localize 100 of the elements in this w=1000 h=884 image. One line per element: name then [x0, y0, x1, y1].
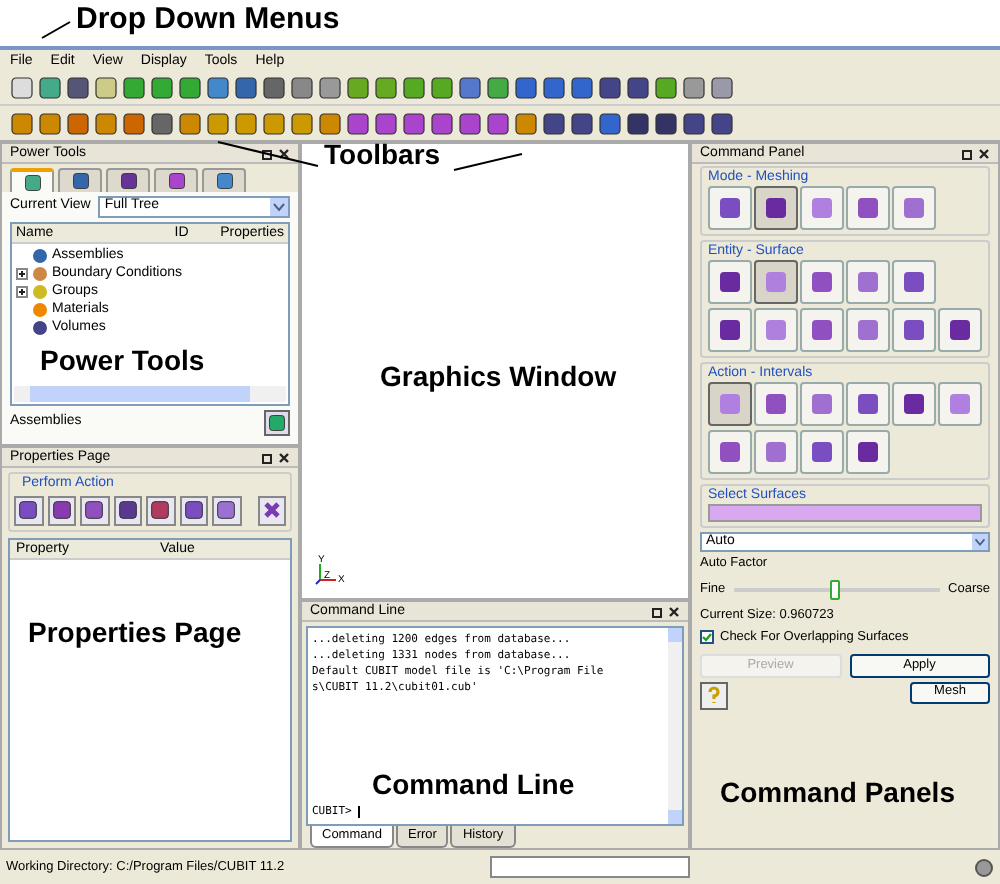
tool-icon[interactable] [150, 111, 174, 135]
tool-icon[interactable] [710, 75, 734, 99]
tool-icon[interactable] [262, 75, 286, 99]
tool-icon[interactable] [234, 75, 258, 99]
tool-icon[interactable] [514, 111, 538, 135]
tool-icon[interactable] [10, 111, 34, 135]
tool-button[interactable] [754, 260, 798, 304]
tool-button[interactable] [846, 186, 890, 230]
tool-icon[interactable] [374, 111, 398, 135]
panel-tab[interactable] [202, 168, 246, 192]
tool-button[interactable] [938, 308, 982, 352]
action-button[interactable] [80, 495, 109, 525]
tool-icon[interactable] [66, 111, 90, 135]
tool-button[interactable] [846, 430, 890, 474]
tool-icon[interactable] [318, 111, 342, 135]
tool-icon[interactable] [570, 75, 594, 99]
tool-button[interactable] [846, 308, 890, 352]
tool-icon[interactable] [346, 111, 370, 135]
tool-button[interactable] [846, 260, 890, 304]
tool-icon[interactable] [94, 111, 118, 135]
tool-icon[interactable] [150, 75, 174, 99]
tool-icon[interactable] [183, 500, 204, 520]
close-icon[interactable] [278, 451, 290, 463]
tool-icon[interactable] [178, 75, 202, 99]
tool-icon[interactable] [458, 111, 482, 135]
vertical-scrollbar[interactable] [668, 628, 682, 824]
tool-icon[interactable] [18, 500, 39, 520]
tool-button[interactable] [800, 260, 844, 304]
tool-icon[interactable] [430, 111, 454, 135]
tool-icon[interactable] [66, 75, 90, 99]
tool-icon[interactable] [117, 500, 138, 520]
tool-icon[interactable] [402, 75, 426, 99]
close-icon[interactable] [278, 147, 290, 159]
tool-button[interactable] [754, 430, 798, 474]
overlap-checkbox[interactable] [700, 630, 714, 645]
tool-icon[interactable] [486, 75, 510, 99]
tool-button[interactable] [708, 260, 752, 304]
panel-tab[interactable] [154, 168, 198, 192]
tool-icon[interactable] [346, 75, 370, 99]
tool-icon[interactable] [682, 111, 706, 135]
tool-button[interactable] [800, 430, 844, 474]
tool-button[interactable] [892, 186, 936, 230]
tool-icon[interactable] [626, 75, 650, 99]
tool-icon[interactable] [38, 111, 62, 135]
tool-icon[interactable] [682, 75, 706, 99]
tool-button[interactable] [708, 308, 752, 352]
tool-icon[interactable] [206, 75, 230, 99]
tool-icon[interactable] [374, 75, 398, 99]
tool-icon[interactable] [458, 75, 482, 99]
tool-icon[interactable] [262, 111, 286, 135]
action-button[interactable] [47, 495, 76, 525]
close-icon[interactable] [668, 605, 680, 617]
tool-icon[interactable] [430, 75, 454, 99]
expand-plus-icon[interactable] [16, 285, 28, 297]
help-button[interactable] [700, 681, 728, 710]
panel-tab[interactable] [10, 168, 54, 192]
tool-icon[interactable] [215, 172, 233, 190]
float-icon[interactable] [262, 451, 274, 463]
tool-icon[interactable] [570, 111, 594, 135]
selection-field[interactable] [708, 504, 982, 522]
delete-button[interactable] [257, 495, 286, 525]
horizontal-scrollbar[interactable] [14, 386, 286, 402]
tool-button[interactable] [800, 382, 844, 426]
tool-icon[interactable] [290, 111, 314, 135]
tool-icon[interactable] [23, 173, 41, 191]
tool-button[interactable] [708, 186, 752, 230]
tool-icon[interactable] [167, 172, 185, 190]
tool-icon[interactable] [122, 75, 146, 99]
slider-thumb[interactable] [830, 580, 841, 600]
float-icon[interactable] [962, 147, 974, 159]
action-button[interactable] [179, 495, 208, 525]
tool-icon[interactable] [178, 111, 202, 135]
tool-icon[interactable] [234, 111, 258, 135]
tool-icon[interactable] [290, 75, 314, 99]
action-button[interactable] [146, 495, 175, 525]
tool-icon[interactable] [119, 172, 137, 190]
tool-icon[interactable] [514, 75, 538, 99]
expand-plus-icon[interactable] [16, 267, 28, 279]
status-field[interactable] [490, 856, 690, 878]
tool-icon[interactable] [542, 75, 566, 99]
tool-button[interactable] [708, 430, 752, 474]
tool-icon[interactable] [318, 75, 342, 99]
tool-button[interactable] [892, 260, 936, 304]
tool-button[interactable] [846, 382, 890, 426]
tool-icon[interactable] [10, 75, 34, 99]
tool-icon[interactable] [51, 500, 72, 520]
tool-icon[interactable] [710, 111, 734, 135]
tool-icon[interactable] [122, 111, 146, 135]
tool-icon[interactable] [598, 75, 622, 99]
float-icon[interactable] [262, 147, 274, 159]
tool-icon[interactable] [206, 111, 230, 135]
tool-icon[interactable] [94, 75, 118, 99]
tool-icon[interactable] [542, 111, 566, 135]
tool-icon[interactable] [216, 500, 237, 520]
panel-tab[interactable] [106, 168, 150, 192]
action-button[interactable] [113, 495, 142, 525]
tool-icon[interactable] [402, 111, 426, 135]
panel-tab[interactable] [58, 168, 102, 192]
float-icon[interactable] [652, 605, 664, 617]
tool-icon[interactable] [486, 111, 510, 135]
